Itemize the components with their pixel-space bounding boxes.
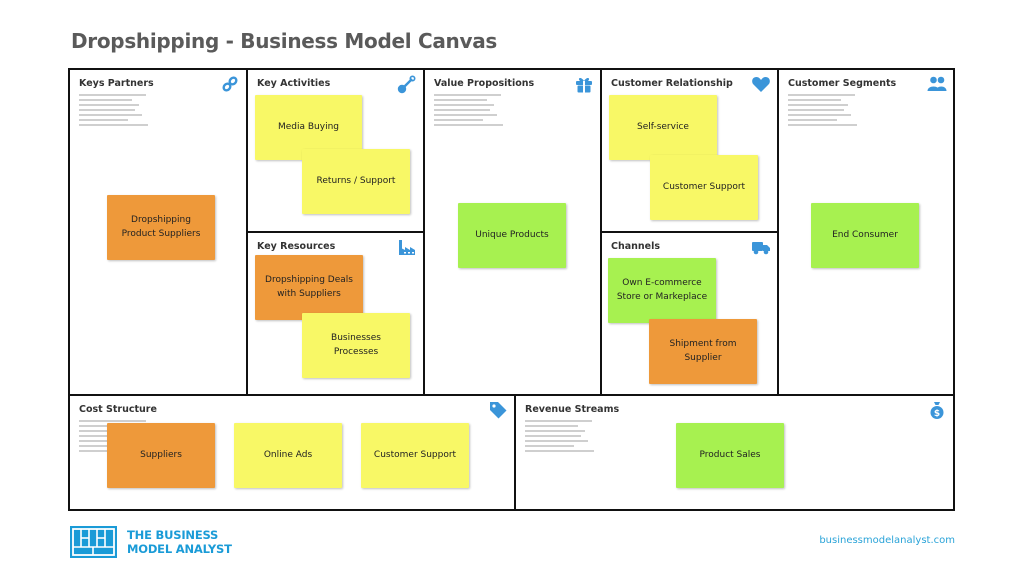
block-title: Cost Structure xyxy=(79,404,157,415)
page-title: Dropshipping - Business Model Canvas xyxy=(71,29,497,53)
sticky-note[interactable]: Customer Support xyxy=(650,155,758,220)
sticky-note[interactable]: Businesses Processes xyxy=(302,313,410,378)
block-title: Key Resources xyxy=(257,241,336,252)
placeholder-lines xyxy=(525,420,595,455)
sticky-note[interactable]: Suppliers xyxy=(107,423,215,488)
sticky-note[interactable]: Customer Support xyxy=(361,423,469,488)
placeholder-lines xyxy=(434,94,504,129)
block-title: Keys Partners xyxy=(79,78,154,89)
factory-icon xyxy=(397,237,417,257)
sticky-note[interactable]: Online Ads xyxy=(234,423,342,488)
block-revenue-streams: Revenue Streams $ Product Sales xyxy=(514,394,955,511)
link-icon xyxy=(220,74,240,94)
sticky-note[interactable]: Dropshipping Product Suppliers xyxy=(107,195,215,260)
block-cost-structure: Cost Structure Suppliers Online Ads Cust… xyxy=(68,394,516,511)
block-title: Customer Segments xyxy=(788,78,897,89)
truck-icon xyxy=(751,237,771,257)
sticky-note[interactable]: Shipment from Supplier xyxy=(649,319,757,384)
sticky-note[interactable]: Product Sales xyxy=(676,423,784,488)
brand-logo: THE BUSINESS MODEL ANALYST xyxy=(70,526,232,558)
block-title: Customer Relationship xyxy=(611,78,733,89)
block-key-partners: Keys Partners Dropshipping Product Suppl… xyxy=(68,68,248,396)
block-title: Revenue Streams xyxy=(525,404,620,415)
tag-icon xyxy=(488,400,508,420)
sticky-note[interactable]: Dropshipping Deals with Suppliers xyxy=(255,255,363,320)
website-link[interactable]: businessmodelanalyst.com xyxy=(819,535,955,546)
wrench-icon xyxy=(397,74,417,94)
heart-icon xyxy=(751,74,771,94)
block-value-propositions: Value Propositions Unique Products xyxy=(423,68,602,396)
placeholder-lines xyxy=(788,94,858,129)
sticky-note[interactable]: Own E-commerce Store or Markeplace xyxy=(608,258,716,323)
canvas-logo-icon xyxy=(70,526,117,558)
svg-text:$: $ xyxy=(934,409,940,419)
logo-line-2: MODEL ANALYST xyxy=(127,542,232,556)
block-customer-segments: Customer Segments End Consumer xyxy=(777,68,955,396)
gift-icon xyxy=(574,74,594,94)
block-key-resources: Key Resources Dropshipping Deals with Su… xyxy=(246,231,425,396)
sticky-note[interactable]: Self-service xyxy=(609,95,717,160)
block-title: Key Activities xyxy=(257,78,331,89)
block-customer-relationship: Customer Relationship Self-service Custo… xyxy=(600,68,779,233)
block-title: Channels xyxy=(611,241,661,252)
sticky-note[interactable]: End Consumer xyxy=(811,203,919,268)
logo-text: THE BUSINESS MODEL ANALYST xyxy=(127,528,232,556)
money-bag-icon: $ xyxy=(927,400,947,420)
business-model-canvas: Keys Partners Dropshipping Product Suppl… xyxy=(68,68,955,511)
users-icon xyxy=(927,74,947,94)
logo-line-1: THE BUSINESS xyxy=(127,528,219,542)
placeholder-lines xyxy=(79,94,149,129)
sticky-note[interactable]: Unique Products xyxy=(458,203,566,268)
sticky-note[interactable]: Returns / Support xyxy=(302,149,410,214)
block-key-activities: Key Activities Media Buying Returns / Su… xyxy=(246,68,425,233)
block-channels: Channels Own E-commerce Store or Markepl… xyxy=(600,231,779,396)
block-title: Value Propositions xyxy=(434,78,535,89)
